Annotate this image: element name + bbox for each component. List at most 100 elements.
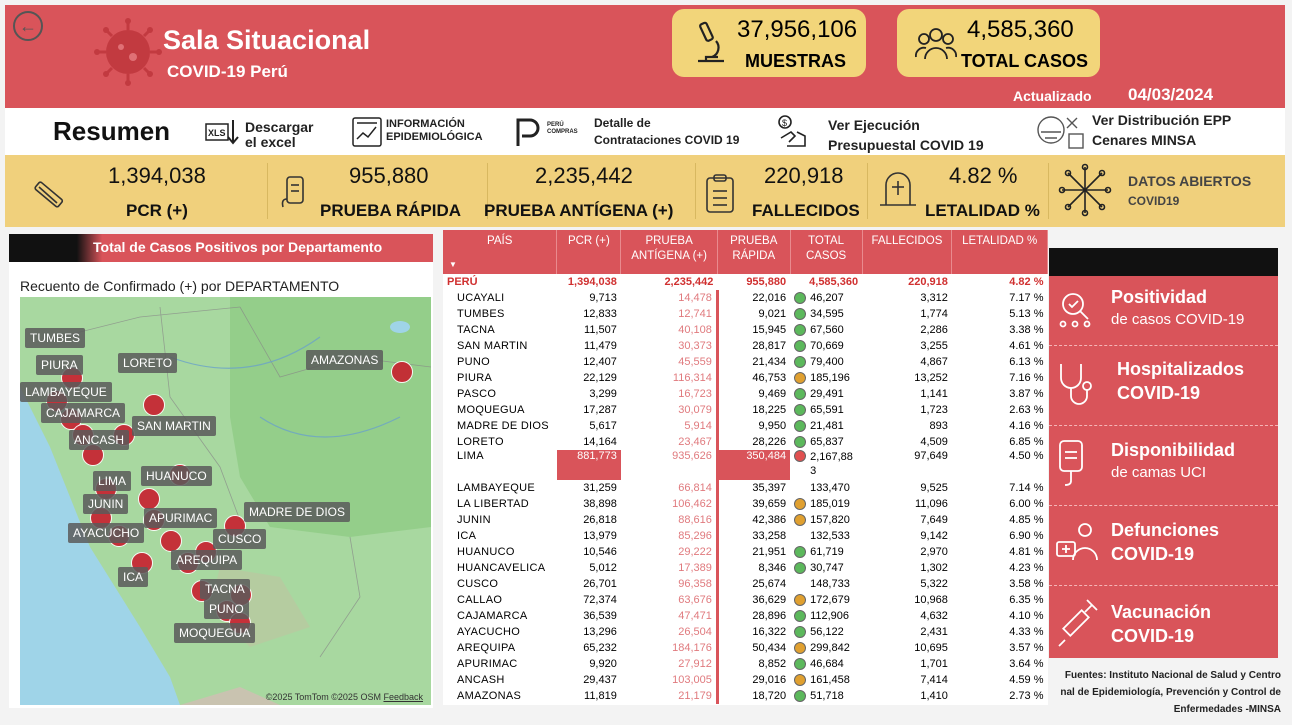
cell-total-casos-value: 133,470 bbox=[810, 481, 850, 494]
map-label-lambayeque: LAMBAYEQUE bbox=[20, 382, 112, 402]
table-row[interactable]: CUSCO 26,701 96,358 25,674 148,733 5,322 3.58 … bbox=[443, 576, 1048, 592]
table-row[interactable]: TUMBES 12,833 12,741 9,021 34,595 1,774 5.13 % bbox=[443, 306, 1048, 322]
table-row[interactable]: UCAYALI 9,713 14,478 22,016 46,207 3,312 7.17 … bbox=[443, 290, 1048, 306]
hospitalizados-button[interactable]: Hospitalizados COVID-19 bbox=[1049, 346, 1278, 426]
contrataciones-link[interactable]: Detalle de Contrataciones COVID 19 bbox=[594, 115, 739, 149]
positividad-button[interactable]: Positividad de casos COVID-19 bbox=[1049, 276, 1278, 346]
doctor-kit-icon bbox=[1056, 523, 1098, 561]
cell-total-casos: 148,733 bbox=[790, 576, 862, 592]
cell-antigena: 17,389 bbox=[678, 562, 712, 574]
table-row[interactable]: LAMBAYEQUE 31,259 66,814 35,397 133,470 9,525… bbox=[443, 480, 1048, 496]
map-label-moquegua: MOQUEGUA bbox=[174, 623, 256, 643]
col-header-pcr[interactable]: PCR (+) bbox=[556, 230, 622, 274]
map-label-amazonas: AMAZONAS bbox=[306, 350, 384, 370]
table-row[interactable]: LORETO 14,164 23,467 28,226 65,837 4,509 6.85 … bbox=[443, 434, 1048, 450]
status-dot bbox=[794, 658, 807, 671]
defunciones-button[interactable]: Defunciones COVID-19 bbox=[1049, 506, 1278, 586]
abiertos-line2: COVID19 bbox=[1128, 194, 1180, 208]
download-excel-link[interactable]: Descargar el excel bbox=[245, 120, 314, 150]
map-marker-loreto[interactable] bbox=[143, 394, 165, 416]
excel-download-icon[interactable]: XLS bbox=[205, 118, 239, 150]
pcr-swab-icon bbox=[34, 181, 64, 208]
status-dot bbox=[794, 626, 807, 639]
cell-rapida: 18,720 bbox=[715, 688, 791, 704]
map-marker-apurimac[interactable] bbox=[160, 530, 182, 552]
cell-pcr: 11,479 bbox=[584, 340, 617, 352]
cell-pcr: 38,898 bbox=[583, 498, 617, 510]
cell-departamento: SAN MARTIN bbox=[457, 340, 528, 352]
open-data-network-icon[interactable] bbox=[1058, 163, 1112, 217]
table-row[interactable]: AMAZONAS 11,819 21,179 18,720 51,718 1,410 2.7… bbox=[443, 688, 1048, 704]
cell-departamento: LORETO bbox=[457, 436, 504, 448]
cell-pcr: 12,407 bbox=[583, 356, 617, 368]
map-canvas[interactable]: TUMBES PIURA LAMBAYEQUE CAJAMARCA ANCASH… bbox=[20, 297, 431, 705]
cell-fallecidos: 1,774 bbox=[920, 308, 948, 320]
table-row[interactable]: CALLAO 72,374 63,676 36,629 172,679 10,968 6.3… bbox=[443, 592, 1048, 608]
cell-fallecidos: 1,302 bbox=[920, 562, 948, 574]
map-feedback-link[interactable]: Feedback bbox=[383, 692, 423, 702]
peru-compras-logo-text: PERÚ COMPRAS bbox=[547, 122, 578, 136]
cell-total-casos-value: 2,167,883 bbox=[810, 451, 853, 477]
back-arrow-icon[interactable]: ← bbox=[13, 11, 43, 41]
col-header-antigena[interactable]: PRUEBA ANTÍGENA (+) bbox=[620, 230, 718, 274]
map-marker-pasco[interactable] bbox=[138, 488, 160, 510]
kpi-bar: 1,394,038 PCR (+) 955,880 PRUEBA RÁPIDA … bbox=[5, 155, 1285, 227]
table-row[interactable]: CAJAMARCA 36,539 47,471 28,896 112,906 4,632 4… bbox=[443, 608, 1048, 624]
cell-rapida: 39,659 bbox=[715, 496, 791, 512]
datos-abiertos-link[interactable]: DATOS ABIERTOS COVID19 bbox=[1128, 171, 1251, 211]
table-row[interactable]: LA LIBERTAD 38,898 106,462 39,659 185,019 11,… bbox=[443, 496, 1048, 512]
cell-rapida: 42,386 bbox=[715, 512, 791, 528]
table-row[interactable]: SAN MARTIN 11,479 30,373 28,817 70,669 3,255 4… bbox=[443, 338, 1048, 354]
cell-total-casos-value: 46,684 bbox=[810, 657, 844, 670]
updated-label: Actualizado bbox=[1013, 88, 1092, 104]
table-row[interactable]: APURIMAC 9,920 27,912 8,852 46,684 1,701 3.64 … bbox=[443, 656, 1048, 672]
cell-pcr: 11,507 bbox=[584, 324, 617, 336]
col-header-fallecidos[interactable]: FALLECIDOS bbox=[862, 230, 953, 274]
ejecucion-presupuestal-link[interactable]: Ver Ejecución Presupuestal COVID 19 bbox=[828, 115, 984, 155]
cell-total-casos-value: 79,400 bbox=[810, 355, 844, 368]
vacunacion-button[interactable]: Vacunación COVID-19 bbox=[1049, 586, 1278, 658]
map-marker-amazonas[interactable] bbox=[391, 361, 413, 383]
cell-letalidad: 7.16 % bbox=[1009, 372, 1044, 384]
camas-uci-button[interactable]: Disponibilidad de camas UCI bbox=[1049, 426, 1278, 506]
col-header-pais[interactable]: PAÍS ▼ bbox=[443, 230, 558, 274]
kpi-separator bbox=[867, 163, 868, 219]
table-row[interactable]: TACNA 11,507 40,108 15,945 67,560 2,286 3.38 % bbox=[443, 322, 1048, 338]
microscope-icon bbox=[698, 21, 724, 63]
epidemiology-info-link[interactable]: INFORMACIÓN EPIDEMIOLÓGICA bbox=[386, 118, 483, 144]
status-dot bbox=[794, 674, 807, 687]
table-row[interactable]: ICA 13,979 85,296 33,258 132,533 9,142 6.90 % bbox=[443, 528, 1048, 544]
table-row[interactable]: MOQUEGUA 17,287 30,079 18,225 65,591 1,723 2.6… bbox=[443, 402, 1048, 418]
cell-rapida: 33,258 bbox=[715, 528, 791, 544]
budget-hand-icon[interactable]: $ bbox=[771, 114, 811, 152]
cell-total-casos-value: 51,718 bbox=[810, 689, 844, 702]
sort-desc-icon[interactable]: ▼ bbox=[449, 257, 457, 272]
table-row[interactable]: LIMA 881,773 935,626 350,484 2,167,883 97,649… bbox=[443, 450, 1048, 480]
table-row[interactable]: AREQUIPA 65,232 184,176 50,434 299,842 10,695… bbox=[443, 640, 1048, 656]
cell-total-casos: 161,458 bbox=[790, 672, 862, 688]
cell-rapida: 9,021 bbox=[715, 306, 791, 322]
col-header-letalidad[interactable]: LETALIDAD % bbox=[951, 230, 1048, 274]
table-row[interactable]: AYACUCHO 13,296 26,504 16,322 56,122 2,431 4.3… bbox=[443, 624, 1048, 640]
table-row[interactable]: MADRE DE DIOS 5,617 5,914 9,950 21,481 893 4.1… bbox=[443, 418, 1048, 434]
col-header-total[interactable]: TOTAL CASOS bbox=[790, 230, 863, 274]
table-row[interactable]: HUANUCO 10,546 29,222 21,951 61,719 2,970 4.81… bbox=[443, 544, 1048, 560]
col-header-rapida[interactable]: PRUEBA RÁPIDA bbox=[717, 230, 791, 274]
epp-distribution-icon[interactable] bbox=[1031, 112, 1087, 152]
peru-compras-logo-icon[interactable] bbox=[514, 116, 544, 148]
table-row[interactable]: JUNIN 26,818 88,616 42,386 157,820 7,649 4.85 … bbox=[443, 512, 1048, 528]
table-row[interactable]: PIURA 22,129 116,314 46,753 185,196 13,252 7.1… bbox=[443, 370, 1048, 386]
table-row[interactable]: ANCASH 29,437 103,005 29,016 161,458 7,414 4.5… bbox=[443, 672, 1048, 688]
cell-antigena: 66,814 bbox=[678, 482, 712, 494]
cell-total-casos: 2,167,883 bbox=[790, 450, 862, 480]
table-total-row[interactable]: PERÚ 1,394,038 2,235,442 955,880 4,585,3… bbox=[443, 274, 1048, 290]
table-row[interactable]: PUNO 12,407 45,559 21,434 79,400 4,867 6.13 % bbox=[443, 354, 1048, 370]
ejec-line2: Presupuestal COVID 19 bbox=[828, 137, 984, 153]
table-row[interactable]: HUANCAVELICA 5,012 17,389 8,346 30,747 1,302 4… bbox=[443, 560, 1048, 576]
pcr-label: PCR (+) bbox=[126, 201, 188, 220]
epidemiology-report-icon[interactable] bbox=[350, 115, 384, 149]
rapid-test-icon bbox=[281, 176, 304, 208]
cell-departamento: PIURA bbox=[457, 372, 493, 384]
epp-distribution-link[interactable]: Ver Distribución EPP Cenares MINSA bbox=[1092, 110, 1231, 150]
table-row[interactable]: PASCO 3,299 16,723 9,469 29,491 1,141 3.87 % bbox=[443, 386, 1048, 402]
